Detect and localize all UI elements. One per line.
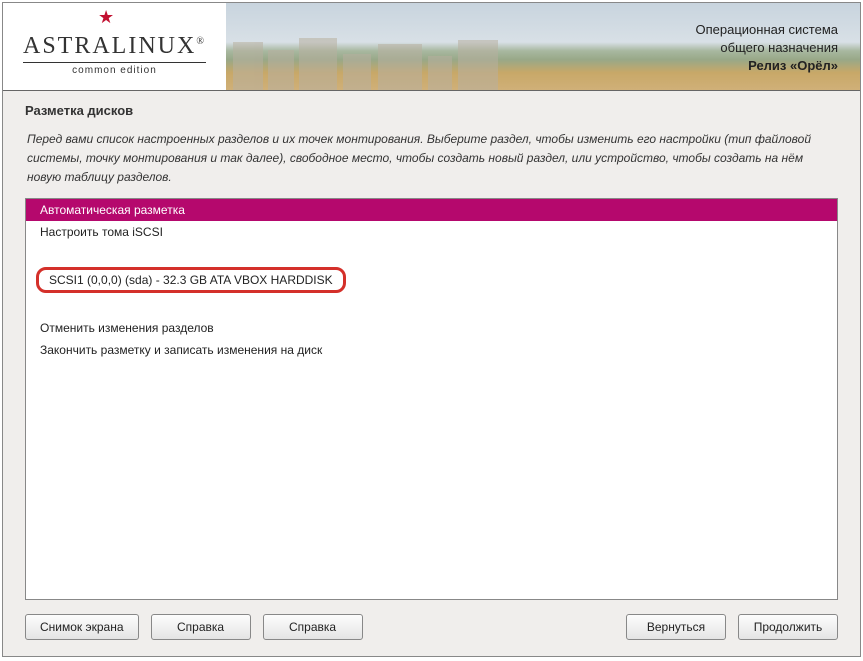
disk-entry[interactable]: SCSI1 (0,0,0) (sda) - 32.3 GB ATA VBOX H… — [36, 267, 346, 293]
partition-list[interactable]: Автоматическая разметка Настроить тома i… — [25, 198, 838, 600]
logo-sub: common edition — [72, 65, 157, 76]
list-spacer — [26, 243, 837, 265]
help-button-1[interactable]: Справка — [151, 614, 251, 640]
installer-window: ★ ASTRALINUX® common edition Операционна… — [2, 2, 861, 657]
help-button-2[interactable]: Справка — [263, 614, 363, 640]
menu-undo-changes[interactable]: Отменить изменения разделов — [26, 317, 837, 339]
logo-main: ASTRALINUX® — [23, 33, 206, 63]
star-icon: ★ — [98, 7, 114, 28]
list-spacer — [26, 295, 837, 317]
os-line2: общего назначения — [696, 39, 839, 57]
button-bar: Снимок экрана Справка Справка Вернуться … — [3, 600, 860, 656]
screenshot-button[interactable]: Снимок экрана — [25, 614, 139, 640]
page-title: Разметка дисков — [25, 103, 838, 118]
menu-finish-write[interactable]: Закончить разметку и записать изменения … — [26, 339, 837, 361]
spacer — [375, 614, 614, 640]
back-button[interactable]: Вернуться — [626, 614, 726, 640]
menu-iscsi[interactable]: Настроить тома iSCSI — [26, 221, 837, 243]
page-description: Перед вами список настроенных разделов и… — [3, 122, 860, 198]
os-line1: Операционная система — [696, 21, 839, 39]
cityscape-decoration — [233, 30, 580, 90]
title-area: Разметка дисков — [3, 91, 860, 122]
continue-button[interactable]: Продолжить — [738, 614, 838, 640]
release-name: Релиз «Орёл» — [696, 57, 839, 75]
menu-auto-partition[interactable]: Автоматическая разметка — [26, 199, 837, 221]
disk-row[interactable]: SCSI1 (0,0,0) (sda) - 32.3 GB ATA VBOX H… — [26, 265, 837, 295]
banner-text: Операционная система общего назначения Р… — [696, 3, 861, 90]
logo-block: ★ ASTRALINUX® common edition — [3, 3, 226, 90]
banner: ★ ASTRALINUX® common edition Операционна… — [3, 3, 860, 91]
